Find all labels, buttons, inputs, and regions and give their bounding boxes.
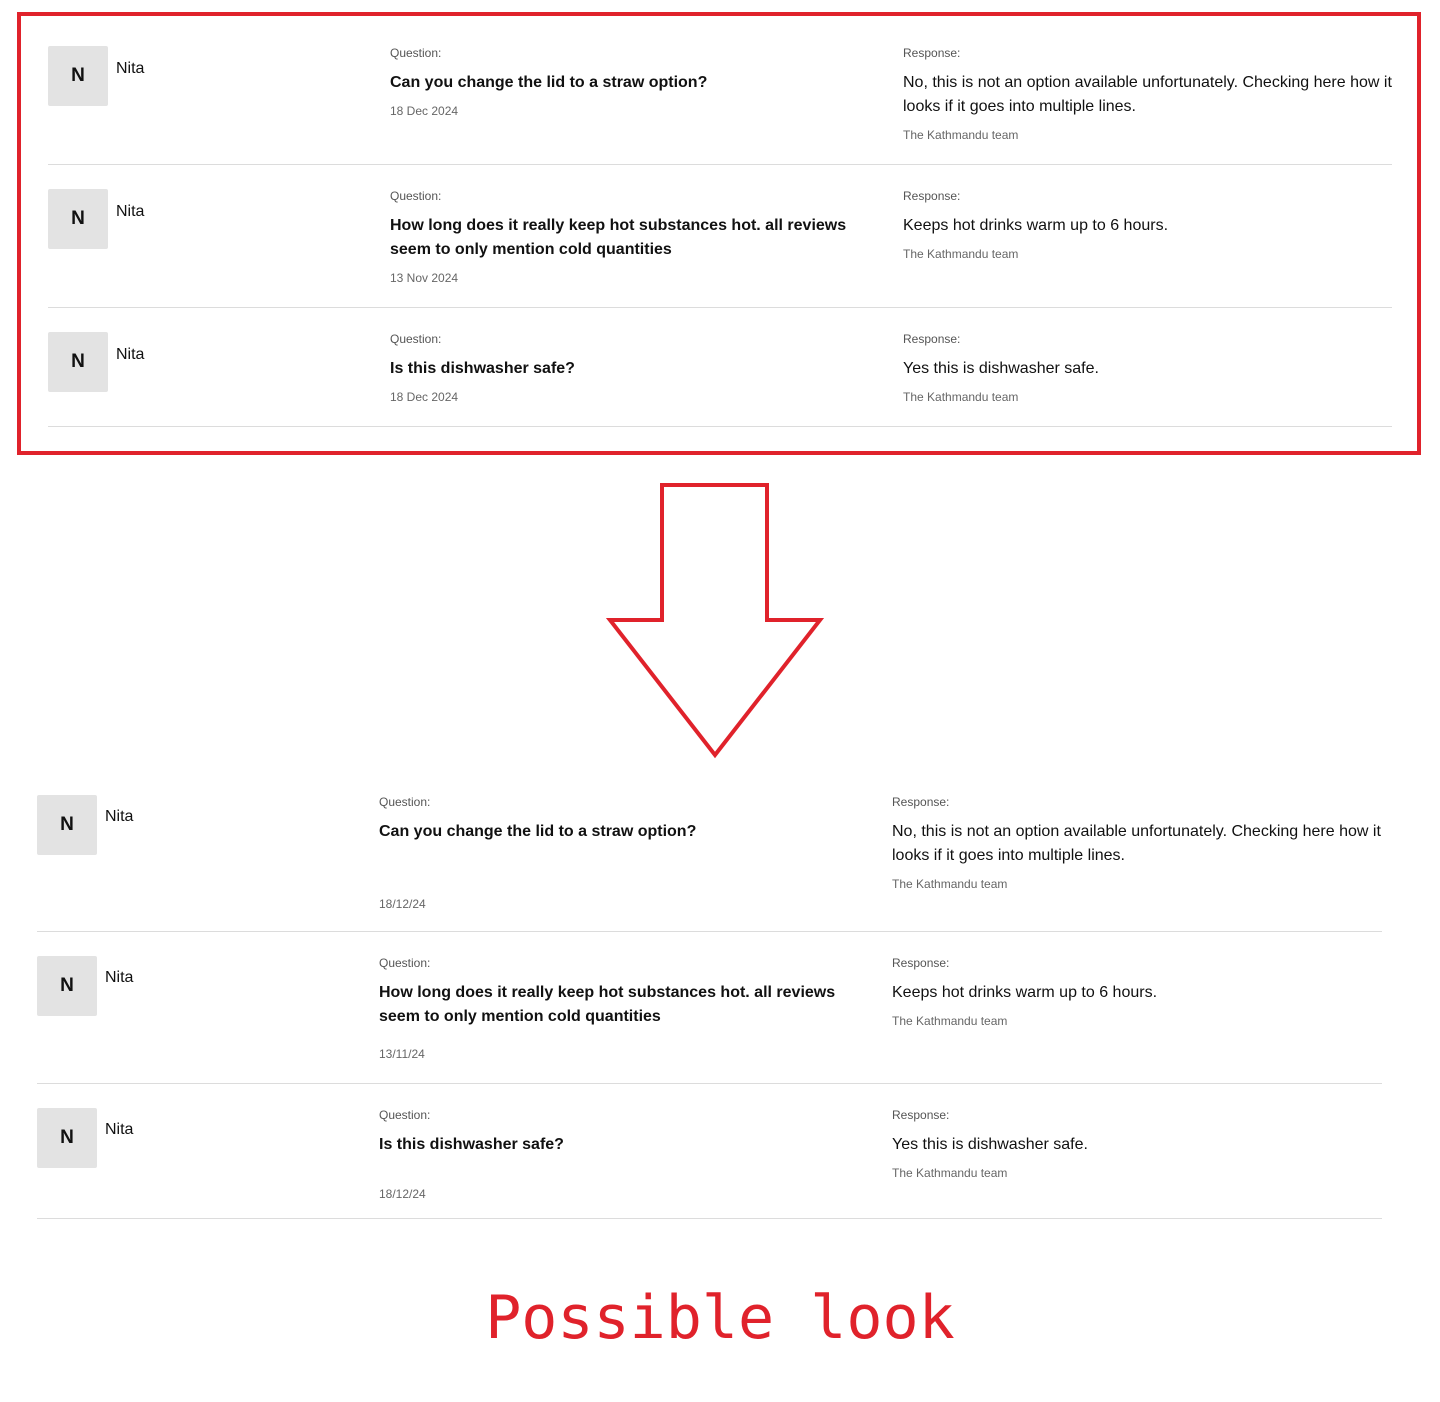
response-column: Response: Yes this is dishwasher safe. T… — [903, 332, 1393, 404]
response-text: Yes this is dishwasher safe. — [892, 1136, 1088, 1153]
response-text: No, this is not an option available unfo… — [903, 74, 1392, 115]
qa-item: N Nita Question: Is this dishwasher safe… — [48, 308, 1392, 427]
response-column: Response: Keeps hot drinks warm up to 6 … — [903, 189, 1393, 261]
question-column: Question: Can you change the lid to a st… — [379, 795, 849, 844]
response-label: Response: — [903, 332, 961, 346]
response-label: Response: — [903, 189, 961, 203]
author-name: Nita — [116, 203, 145, 220]
response-label: Response: — [892, 795, 950, 809]
response-team: The Kathmandu team — [903, 128, 1019, 142]
avatar: N — [48, 189, 108, 249]
question-column: Question: How long does it really keep h… — [390, 189, 860, 285]
current-qa-list: N Nita Question: Can you change the lid … — [48, 22, 1392, 427]
qa-item: N Nita Question: How long does it really… — [48, 165, 1392, 308]
response-column: Response: Yes this is dishwasher safe. T… — [892, 1108, 1382, 1180]
question-label: Question: — [390, 332, 442, 346]
question-date: 18 Dec 2024 — [390, 390, 459, 404]
author-name: Nita — [105, 969, 134, 986]
question-label: Question: — [379, 1108, 431, 1122]
question-date: 18/12/24 — [379, 1187, 426, 1201]
down-arrow-icon — [605, 483, 825, 759]
response-text: Keeps hot drinks warm up to 6 hours. — [903, 217, 1169, 234]
question-label: Question: — [379, 795, 431, 809]
qa-item: N Nita Question: Can you change the lid … — [37, 771, 1382, 932]
author-name: Nita — [116, 60, 145, 77]
qa-item: N Nita Question: Can you change the lid … — [48, 22, 1392, 165]
response-team: The Kathmandu team — [903, 247, 1019, 261]
question-date: 18/12/24 — [379, 897, 426, 911]
caption-text: Possible look — [485, 1283, 955, 1353]
question-label: Question: — [390, 189, 442, 203]
question-column: Question: Is this dishwasher safe? — [379, 1108, 849, 1157]
response-label: Response: — [892, 1108, 950, 1122]
question-label: Question: — [379, 956, 431, 970]
question-text: Can you change the lid to a straw option… — [390, 74, 708, 91]
author-name: Nita — [105, 808, 134, 825]
response-text: No, this is not an option available unfo… — [892, 823, 1381, 864]
qa-item: N Nita Question: How long does it really… — [37, 932, 1382, 1084]
avatar: N — [37, 956, 97, 1016]
question-column: Question: Can you change the lid to a st… — [390, 46, 860, 118]
response-column: Response: No, this is not an option avai… — [892, 795, 1382, 891]
response-column: Response: No, this is not an option avai… — [903, 46, 1393, 142]
response-team: The Kathmandu team — [903, 390, 1019, 404]
question-text: Is this dishwasher safe? — [379, 1136, 564, 1153]
question-date: 13 Nov 2024 — [390, 271, 459, 285]
question-column: Question: How long does it really keep h… — [379, 956, 849, 1029]
question-date: 18 Dec 2024 — [390, 104, 459, 118]
response-label: Response: — [892, 956, 950, 970]
qa-item: N Nita Question: Is this dishwasher safe… — [37, 1084, 1382, 1219]
question-text: How long does it really keep hot substan… — [390, 217, 847, 258]
avatar: N — [48, 46, 108, 106]
question-label: Question: — [390, 46, 442, 60]
author-name: Nita — [105, 1121, 134, 1138]
response-text: Yes this is dishwasher safe. — [903, 360, 1099, 377]
response-column: Response: Keeps hot drinks warm up to 6 … — [892, 956, 1382, 1028]
response-text: Keeps hot drinks warm up to 6 hours. — [892, 984, 1158, 1001]
response-label: Response: — [903, 46, 961, 60]
proposed-qa-list: N Nita Question: Can you change the lid … — [37, 771, 1382, 1219]
response-team: The Kathmandu team — [892, 1166, 1008, 1180]
avatar: N — [37, 1108, 97, 1168]
response-team: The Kathmandu team — [892, 1014, 1008, 1028]
question-text: Is this dishwasher safe? — [390, 360, 575, 377]
question-date: 13/11/24 — [379, 1047, 425, 1061]
response-team: The Kathmandu team — [892, 877, 1008, 891]
question-text: Can you change the lid to a straw option… — [379, 823, 697, 840]
question-text: How long does it really keep hot substan… — [379, 984, 836, 1025]
avatar: N — [37, 795, 97, 855]
question-column: Question: Is this dishwasher safe? 18 De… — [390, 332, 860, 404]
avatar: N — [48, 332, 108, 392]
author-name: Nita — [116, 346, 145, 363]
